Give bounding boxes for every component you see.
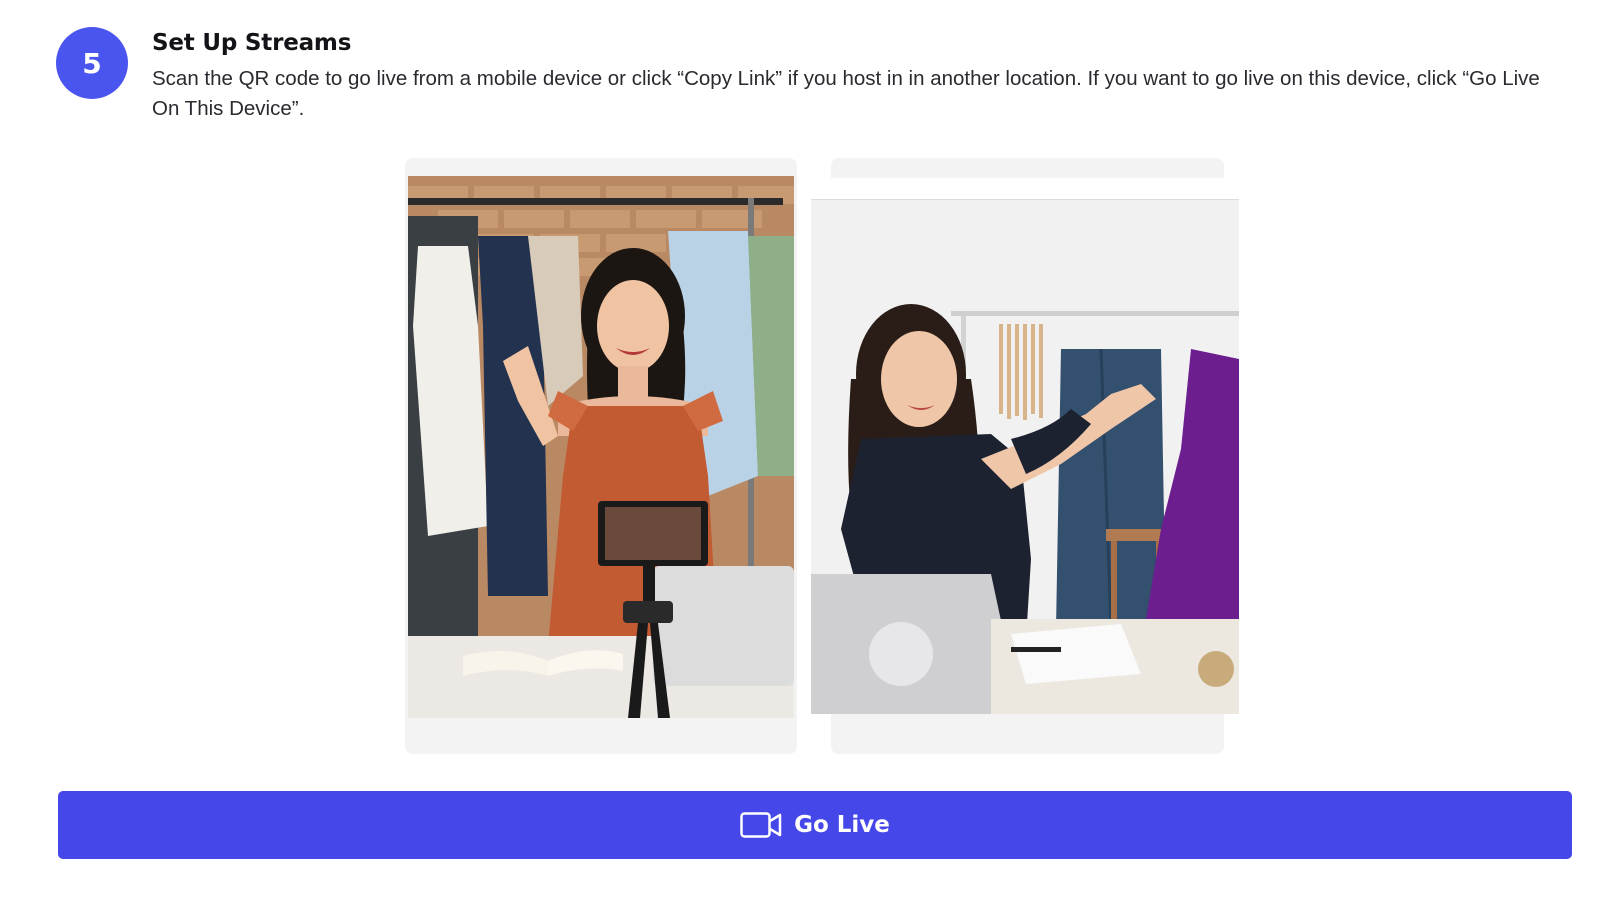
step-title: Set Up Streams [152, 30, 352, 56]
step-description: Scan the QR code to go live from a mobil… [152, 67, 1540, 120]
card-2-divider-gap [831, 178, 1224, 199]
go-live-label: Go Live [794, 812, 890, 838]
video-camera-icon [740, 812, 782, 838]
step-number-badge: 5 [56, 27, 128, 99]
go-live-button[interactable]: Go Live [58, 791, 1572, 859]
divider-line [811, 199, 1239, 200]
woman-waving-at-phone-camera-photo [408, 176, 794, 718]
woman-holding-garment-at-laptop-photo [811, 199, 1239, 714]
